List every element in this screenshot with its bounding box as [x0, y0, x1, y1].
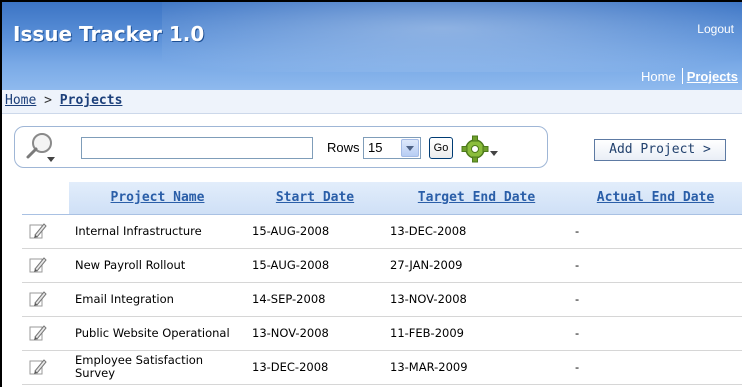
search-icon[interactable] — [25, 131, 57, 163]
edit-cell — [22, 248, 69, 283]
rows-select-value: 15 — [368, 140, 383, 155]
actual-end-date-cell: - — [569, 282, 742, 317]
gear-icon[interactable] — [460, 135, 502, 163]
actual-end-date-cell: - — [569, 248, 742, 283]
chevron-down-icon[interactable] — [401, 139, 419, 157]
header-sheen — [162, 2, 742, 72]
edit-cell — [22, 282, 69, 317]
project-name-cell: Email Integration — [69, 282, 246, 317]
logout-link[interactable]: Logout — [697, 22, 734, 36]
table-row: Employee Satisfaction Survey 13-DEC-2008 1… — [22, 350, 742, 385]
edit-pencil-icon[interactable] — [28, 221, 48, 241]
target-end-date-cell: 13-NOV-2008 — [384, 282, 569, 317]
actual-end-date-cell: - — [569, 350, 742, 385]
projects-table: Project Name Start Date Target End Date … — [22, 182, 742, 385]
rows-select[interactable]: 15 — [363, 137, 421, 159]
start-date-cell: 14-SEP-2008 — [246, 282, 384, 317]
add-project-button[interactable]: Add Project > — [594, 139, 726, 161]
edit-pencil-icon[interactable] — [28, 323, 48, 343]
edit-pencil-icon[interactable] — [28, 289, 48, 309]
go-button[interactable]: Go — [429, 137, 453, 159]
table-row: Public Website Operational 13-NOV-2008 11-… — [22, 316, 742, 351]
column-header-start-date[interactable]: Start Date — [246, 182, 384, 215]
project-name-cell: Employee Satisfaction Survey — [69, 350, 246, 385]
edit-cell — [22, 316, 69, 351]
table-row: Internal Infrastructure 15-AUG-2008 13-DEC… — [22, 214, 742, 249]
target-end-date-cell: 11-FEB-2009 — [384, 316, 569, 351]
search-input[interactable] — [81, 137, 313, 159]
search-bar: Rows 15 Go — [14, 126, 548, 168]
actual-end-date-cell: - — [569, 214, 742, 249]
app-title: Issue Tracker 1.0 — [13, 22, 205, 46]
actual-end-date-cell: - — [569, 316, 742, 351]
app-window: Issue Tracker 1.0 Logout Home Projects H… — [0, 0, 742, 387]
breadcrumb-projects[interactable]: Projects — [60, 93, 123, 108]
target-end-date-cell: 27-JAN-2009 — [384, 248, 569, 283]
project-name-cell: Public Website Operational — [69, 316, 246, 351]
breadcrumb-home[interactable]: Home — [5, 93, 36, 108]
start-date-cell: 13-DEC-2008 — [246, 350, 384, 385]
app-header: Issue Tracker 1.0 Logout Home Projects — [2, 2, 742, 90]
breadcrumb: Home > Projects — [2, 90, 742, 114]
nav-separator — [681, 68, 683, 84]
start-date-cell: 13-NOV-2008 — [246, 316, 384, 351]
edit-cell — [22, 350, 69, 385]
breadcrumb-separator: > — [44, 93, 52, 108]
column-header-target-end-date[interactable]: Target End Date — [384, 182, 569, 215]
column-header-project-name[interactable]: Project Name — [69, 182, 246, 215]
rows-label: Rows — [327, 140, 360, 155]
nav-home-link[interactable]: Home — [641, 69, 682, 84]
project-name-cell: Internal Infrastructure — [69, 214, 246, 249]
start-date-cell: 15-AUG-2008 — [246, 214, 384, 249]
nav-projects-link[interactable]: Projects — [687, 69, 738, 84]
target-end-date-cell: 13-MAR-2009 — [384, 350, 569, 385]
table-header-row: Project Name Start Date Target End Date … — [22, 182, 742, 215]
column-header-actual-end-date[interactable]: Actual End Date — [569, 182, 742, 215]
target-end-date-cell: 13-DEC-2008 — [384, 214, 569, 249]
edit-column-header — [22, 182, 69, 215]
project-name-cell: New Payroll Rollout — [69, 248, 246, 283]
edit-cell — [22, 214, 69, 249]
edit-pencil-icon[interactable] — [28, 255, 48, 275]
table-row: Email Integration 14-SEP-2008 13-NOV-2008- — [22, 282, 742, 317]
table-row: New Payroll Rollout 15-AUG-2008 27-JAN-200… — [22, 248, 742, 283]
edit-pencil-icon[interactable] — [28, 357, 48, 377]
start-date-cell: 15-AUG-2008 — [246, 248, 384, 283]
top-nav: Home Projects — [641, 68, 738, 84]
